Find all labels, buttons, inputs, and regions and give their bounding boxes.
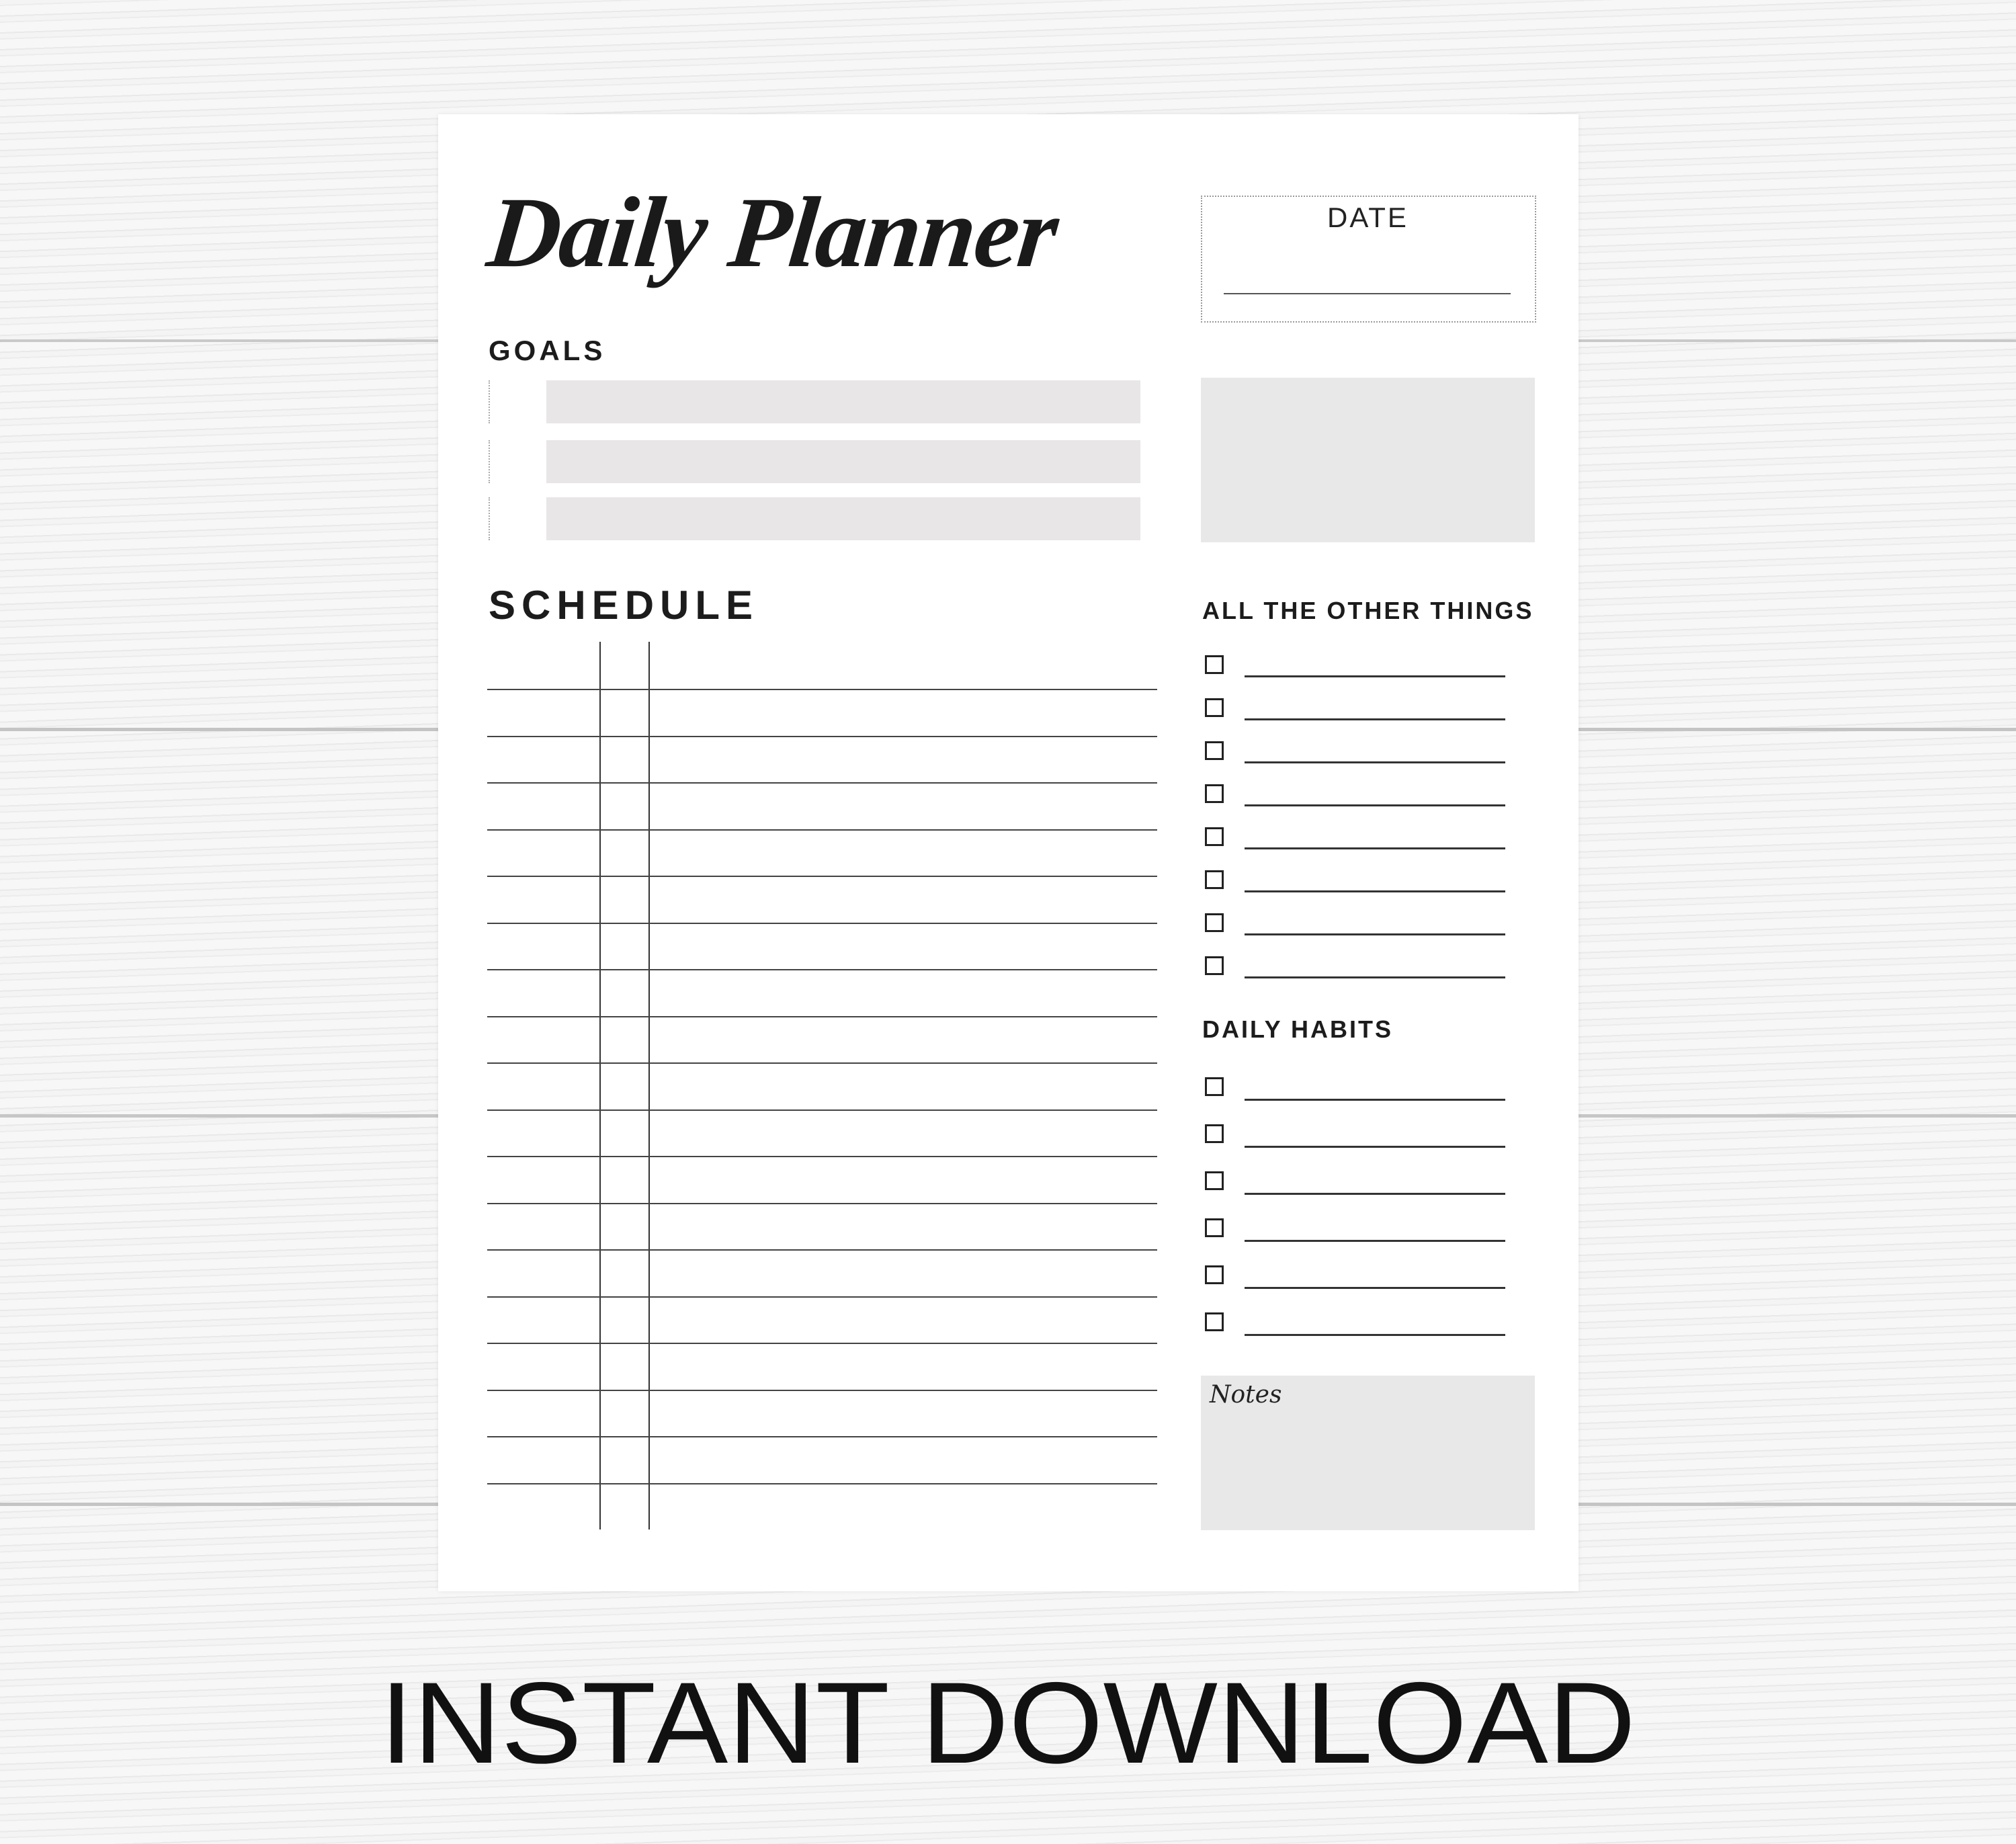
schedule-row-line[interactable] — [487, 1015, 1157, 1017]
habit-line[interactable] — [1245, 1287, 1505, 1289]
habit-line[interactable] — [1245, 1146, 1505, 1148]
date-label: DATE — [1327, 202, 1409, 233]
checkbox[interactable] — [1205, 1124, 1224, 1143]
checkbox[interactable] — [1205, 1171, 1224, 1190]
checkbox[interactable] — [1205, 870, 1224, 889]
schedule-row-line[interactable] — [487, 782, 1157, 784]
schedule-row-line[interactable] — [487, 829, 1157, 831]
schedule-column-divider — [599, 642, 601, 1529]
schedule-row-line[interactable] — [487, 1296, 1157, 1298]
schedule-column-divider — [648, 642, 650, 1529]
planner-title: Daily Planner — [482, 177, 1062, 288]
habit-line[interactable] — [1245, 1099, 1505, 1101]
task-line[interactable] — [1245, 804, 1505, 806]
goal-field[interactable] — [546, 380, 1140, 423]
goal-field[interactable] — [546, 440, 1140, 483]
habit-line[interactable] — [1245, 1334, 1505, 1336]
task-line[interactable] — [1245, 847, 1505, 849]
checkbox[interactable] — [1205, 956, 1224, 975]
schedule-row-line[interactable] — [487, 1156, 1157, 1157]
schedule-row-line[interactable] — [487, 969, 1157, 970]
schedule-row-line[interactable] — [487, 922, 1157, 924]
goal-marker — [489, 440, 490, 483]
goal-marker — [489, 380, 490, 423]
schedule-row-line[interactable] — [487, 1109, 1157, 1111]
goal-field[interactable] — [546, 497, 1140, 540]
schedule-row-line[interactable] — [487, 1343, 1157, 1344]
goals-heading: GOALS — [489, 335, 606, 366]
checkbox[interactable] — [1205, 827, 1224, 846]
checkbox[interactable] — [1205, 1077, 1224, 1096]
date-field-line[interactable] — [1224, 293, 1511, 294]
schedule-heading: SCHEDULE — [489, 583, 759, 628]
checkbox[interactable] — [1205, 913, 1224, 932]
habit-line[interactable] — [1245, 1240, 1505, 1242]
notes-label: Notes — [1210, 1381, 1282, 1409]
planner-page — [438, 114, 1579, 1591]
schedule-row-line[interactable] — [487, 735, 1157, 737]
other-things-heading: ALL THE OTHER THINGS — [1202, 597, 1534, 624]
checkbox[interactable] — [1205, 698, 1224, 717]
task-line[interactable] — [1245, 761, 1505, 763]
goal-marker — [489, 497, 490, 540]
task-line[interactable] — [1245, 718, 1505, 720]
schedule-row-line[interactable] — [487, 1062, 1157, 1064]
checkbox[interactable] — [1205, 784, 1224, 803]
daily-habits-heading: DAILY HABITS — [1202, 1015, 1394, 1043]
schedule-row-line[interactable] — [487, 1436, 1157, 1437]
task-line[interactable] — [1245, 933, 1505, 935]
checkbox[interactable] — [1205, 1218, 1224, 1237]
instant-download-text: INSTANT DOWNLOAD — [380, 1659, 1636, 1788]
schedule-row-line[interactable] — [487, 876, 1157, 877]
schedule-row-line[interactable] — [487, 1482, 1157, 1484]
schedule-row-line[interactable] — [487, 1202, 1157, 1204]
habit-line[interactable] — [1245, 1193, 1505, 1195]
schedule-row-line[interactable] — [487, 1249, 1157, 1251]
task-line[interactable] — [1245, 976, 1505, 978]
checkbox[interactable] — [1205, 741, 1224, 760]
task-line[interactable] — [1245, 675, 1505, 677]
schedule-row-line[interactable] — [487, 689, 1157, 690]
checkbox[interactable] — [1205, 1312, 1224, 1331]
checkbox[interactable] — [1205, 1265, 1224, 1284]
footer-banner: INSTANT DOWNLOAD — [380, 1659, 1636, 1788]
checkbox[interactable] — [1205, 655, 1224, 674]
task-line[interactable] — [1245, 890, 1505, 892]
side-panel-box[interactable] — [1201, 378, 1535, 542]
schedule-row-line[interactable] — [487, 1389, 1157, 1391]
